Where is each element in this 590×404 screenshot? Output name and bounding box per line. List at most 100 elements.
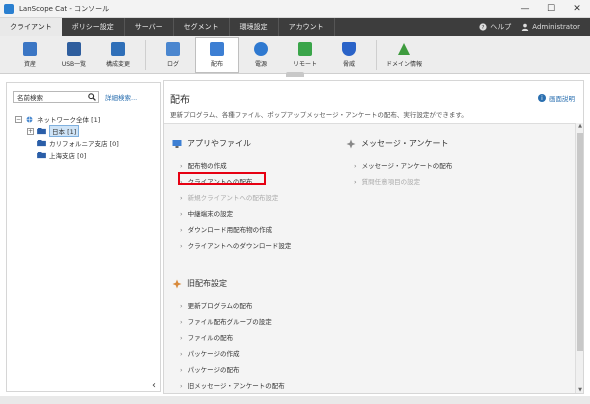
usb-icon	[67, 42, 81, 56]
page-description: 更新プログラム、各種ファイル、ポップアップメッセージ・アンケートの配布、実行設定…	[170, 111, 468, 119]
link-client-download-setting[interactable]: クライアントへのダウンロード設定	[180, 240, 292, 250]
link-distribute-message[interactable]: メッセージ・アンケートの配布	[354, 160, 453, 170]
search-row: 名前検索 詳細検索...	[13, 91, 137, 103]
threat-icon	[342, 42, 356, 56]
link-file-group-setting[interactable]: ファイル配布グループの設定	[180, 316, 272, 326]
help-menu[interactable]: ? ヘルプ	[479, 22, 511, 32]
menu-right-group: ? ヘルプ Administrator	[479, 18, 590, 36]
expand-toggle-icon[interactable]: +	[27, 127, 34, 135]
user-label: Administrator	[532, 23, 580, 31]
asset-icon	[23, 42, 37, 56]
svg-text:?: ?	[482, 25, 485, 31]
window-title: LanScope Cat - コンソール	[19, 4, 110, 13]
maximize-button[interactable]: ☐	[538, 0, 564, 18]
link-relay-setting[interactable]: 中継端末の設定	[180, 208, 234, 218]
link-new-client-setting: 新規クライアントへの配布設定	[180, 192, 279, 202]
app-logo-icon	[4, 3, 14, 14]
tool-usb[interactable]: USB一覧	[52, 37, 96, 73]
tab-policy[interactable]: ポリシー設定	[62, 18, 125, 36]
tab-environment[interactable]: 環境設定	[230, 18, 279, 36]
sidebar: 名前検索 詳細検索... − ネットワーク全体 [1] + 日本 [1] カリフ…	[6, 82, 161, 392]
section-heading-label: アプリやファイル	[187, 139, 251, 148]
tab-client[interactable]: クライアント	[0, 18, 62, 36]
group-icon	[37, 127, 46, 134]
tool-label: 配布	[210, 61, 223, 68]
main-panel: 配布 更新プログラム、各種ファイル、ポップアップメッセージ・アンケートの配布、実…	[163, 80, 584, 394]
tab-server[interactable]: サーバー	[125, 18, 174, 36]
tool-distribute[interactable]: 配布	[195, 37, 239, 73]
section-heading-label: メッセージ・アンケート	[361, 139, 449, 148]
toolbar-collapse-handle[interactable]	[286, 72, 304, 77]
help-icon: ?	[479, 23, 487, 31]
toolbar: 資産 USB一覧 構成変更 ログ 配布 電源 リモート 脅威 ドメイン情報	[0, 36, 590, 74]
tab-account[interactable]: アカウント	[279, 18, 335, 36]
close-button[interactable]: ✕	[564, 0, 590, 18]
group-icon	[37, 151, 46, 158]
vertical-scrollbar[interactable]: ▲ ▼	[575, 123, 583, 393]
tool-threat[interactable]: 脅威	[327, 37, 371, 73]
advanced-search-link[interactable]: 詳細検索...	[105, 92, 137, 102]
group-icon	[37, 139, 46, 146]
minimize-button[interactable]: —	[512, 0, 538, 18]
monitor-icon	[172, 139, 182, 148]
legacy-icon	[172, 279, 182, 288]
section-heading-messages: メッセージ・アンケート	[346, 138, 449, 149]
link-distribute-package[interactable]: パッケージの配布	[180, 364, 240, 374]
config-change-icon	[111, 42, 125, 56]
search-input[interactable]: 名前検索	[13, 91, 99, 103]
distribute-icon	[210, 42, 224, 56]
tree-item-label: 日本 [1]	[49, 125, 80, 137]
tool-asset[interactable]: 資産	[8, 37, 52, 73]
tool-power[interactable]: 電源	[239, 37, 283, 73]
link-create-download[interactable]: ダウンロード用配布物の作成	[180, 224, 273, 234]
link-update-program[interactable]: 更新プログラムの配布	[180, 300, 253, 310]
tool-label: リモート	[292, 61, 317, 68]
help-link-label: 画面説明	[549, 95, 575, 103]
remote-icon	[298, 42, 312, 56]
toolbar-divider	[376, 40, 377, 70]
tree-item-label: カリフォルニア支店 [0]	[49, 140, 119, 148]
link-question-setting: 質問任意項目の設定	[354, 176, 421, 186]
highlight-box	[178, 172, 266, 185]
network-tree: − ネットワーク全体 [1] + 日本 [1] カリフォルニア支店 [0] 上海…	[15, 113, 119, 161]
user-menu[interactable]: Administrator	[521, 23, 580, 31]
section-heading-legacy: 旧配布設定	[172, 278, 227, 289]
search-icon[interactable]	[88, 93, 96, 101]
link-create-package[interactable]: パッケージの作成	[180, 348, 240, 358]
content-area: アプリやファイル 配布物の作成 クライアントへの配布 新規クライアントへの配布設…	[164, 123, 576, 393]
message-icon	[346, 139, 356, 148]
tool-log[interactable]: ログ	[151, 37, 195, 73]
tool-label: 構成変更	[105, 61, 130, 68]
tool-label: 電源	[254, 61, 267, 68]
screen-help-link[interactable]: i 画面説明	[538, 93, 575, 103]
chevron-left-icon[interactable]: ‹	[152, 380, 156, 391]
scroll-up-icon[interactable]: ▲	[576, 123, 583, 131]
tool-config-change[interactable]: 構成変更	[96, 37, 140, 73]
log-icon	[166, 42, 180, 56]
window-controls: — ☐ ✕	[512, 0, 590, 18]
section-heading-label: 旧配布設定	[187, 279, 227, 288]
tree-item-shanghai[interactable]: 上海支店 [0]	[15, 149, 119, 161]
link-legacy-message[interactable]: 旧メッセージ・アンケートの配布	[180, 380, 285, 390]
tool-label: ドメイン情報	[385, 61, 422, 68]
tree-item-japan[interactable]: + 日本 [1]	[15, 125, 119, 137]
help-label: ヘルプ	[490, 23, 512, 31]
scroll-down-icon[interactable]: ▼	[576, 387, 583, 393]
link-create-distribution[interactable]: 配布物の作成	[180, 160, 227, 170]
tool-remote[interactable]: リモート	[283, 37, 327, 73]
tool-label: 脅威	[342, 61, 355, 68]
title-bar: LanScope Cat - コンソール — ☐ ✕	[0, 0, 590, 18]
link-file-distribution[interactable]: ファイルの配布	[180, 332, 234, 342]
toolbar-divider	[145, 40, 146, 70]
tool-domain-info[interactable]: ドメイン情報	[382, 37, 426, 73]
info-icon: i	[538, 94, 546, 102]
tree-item-california[interactable]: カリフォルニア支店 [0]	[15, 137, 119, 149]
scrollbar-thumb[interactable]	[577, 133, 583, 351]
user-icon	[522, 23, 529, 31]
network-globe-icon	[26, 115, 33, 123]
section-heading-apps: アプリやファイル	[172, 138, 251, 149]
tree-root[interactable]: − ネットワーク全体 [1]	[15, 113, 119, 125]
tab-segment[interactable]: セグメント	[174, 18, 230, 36]
power-icon	[254, 42, 268, 56]
collapse-toggle-icon[interactable]: −	[15, 115, 22, 123]
